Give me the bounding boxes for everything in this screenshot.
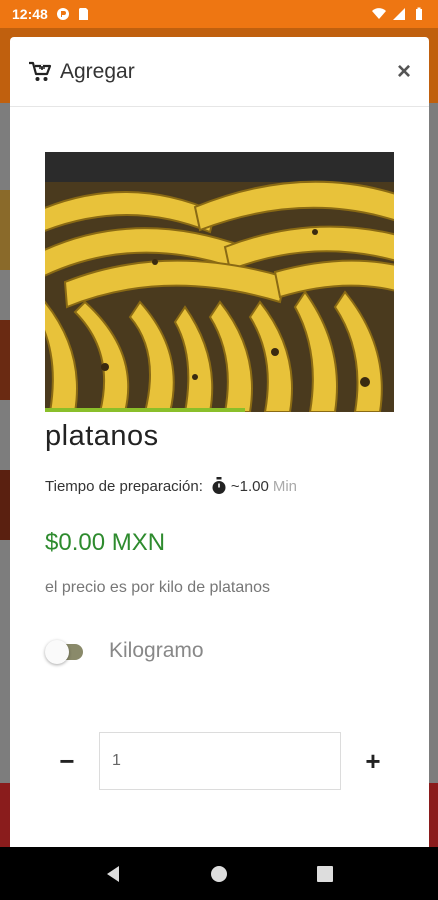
status-icons-right xyxy=(372,7,426,21)
product-description: el precio es por kilo de platanos xyxy=(45,579,271,596)
home-circle-icon xyxy=(211,865,227,882)
back-triangle-icon xyxy=(107,865,119,882)
quantity-stepper: − + xyxy=(45,732,395,790)
background-item-thumb xyxy=(0,320,10,400)
product-image xyxy=(45,152,394,412)
prep-time-unit: Min xyxy=(272,477,298,495)
prep-time-label: Tiempo de preparación: xyxy=(45,477,203,495)
quantity-input[interactable] xyxy=(99,732,341,790)
battery-icon xyxy=(416,7,422,20)
stopwatch-icon xyxy=(212,477,226,494)
pocket-icon xyxy=(56,8,69,20)
dialog-title: Agregar xyxy=(28,60,135,84)
status-time: 12:48 xyxy=(12,6,48,22)
navigation-bar xyxy=(0,847,438,900)
wifi-icon xyxy=(372,8,386,19)
dialog-header: Agregar × xyxy=(10,37,429,107)
increment-button[interactable]: + xyxy=(351,739,395,783)
product-price: $0.00 MXN xyxy=(45,529,166,556)
kilogram-toggle[interactable] xyxy=(45,640,83,664)
recents-button[interactable] xyxy=(305,854,345,894)
add-product-dialog: Agregar × platanos Tiempo de preparación… xyxy=(10,37,429,857)
prep-time-value: ~1.00 xyxy=(230,477,269,495)
signal-icon xyxy=(393,8,405,20)
cart-add-icon xyxy=(29,61,52,81)
home-button[interactable] xyxy=(199,854,239,894)
background-item-thumb xyxy=(0,470,10,540)
status-bar: 12:48 xyxy=(0,0,438,28)
recents-square-icon xyxy=(317,865,333,882)
sd-card-icon xyxy=(78,8,88,20)
background-item-thumb xyxy=(0,190,10,270)
prep-time: Tiempo de preparación: ~1.00 Min xyxy=(45,477,297,495)
product-name: platanos xyxy=(45,420,159,452)
kilogram-toggle-row: Kilogramo xyxy=(45,639,204,664)
back-button[interactable] xyxy=(93,854,133,894)
dialog-title-text: Agregar xyxy=(60,59,135,83)
decrement-button[interactable]: − xyxy=(45,739,89,783)
kilogram-toggle-label: Kilogramo xyxy=(109,639,204,662)
status-icons-left xyxy=(56,7,90,21)
close-button[interactable]: × xyxy=(397,59,411,84)
